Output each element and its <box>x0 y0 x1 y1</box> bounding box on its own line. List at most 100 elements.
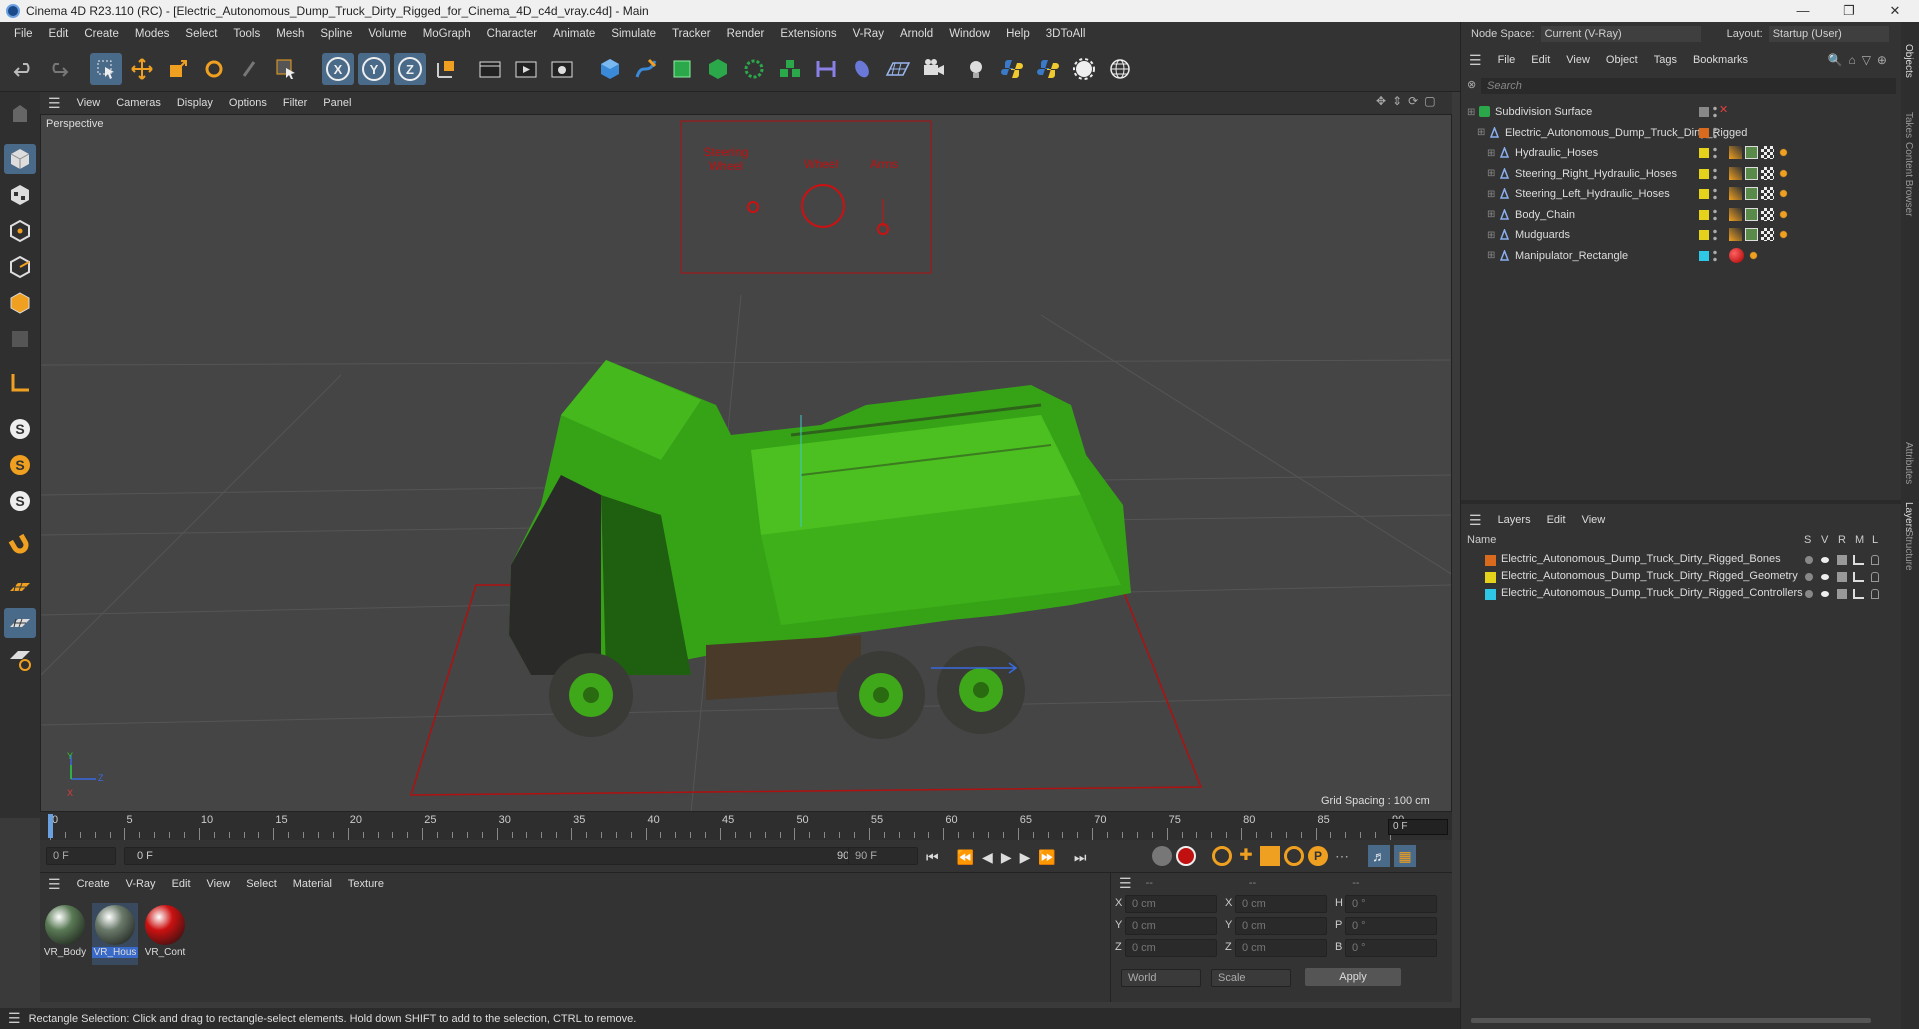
manager-icon[interactable] <box>1853 572 1864 582</box>
layer-color-swatch[interactable] <box>1699 148 1709 158</box>
visibility-dots-icon[interactable] <box>1713 228 1717 242</box>
manager-icon[interactable] <box>1853 589 1864 599</box>
coord-value-field[interactable]: 0 cm <box>1235 895 1327 913</box>
coord-hamburger-icon[interactable]: ☰ <box>1119 875 1132 892</box>
bend-deformer-icon[interactable] <box>810 53 842 85</box>
layer-color-swatch[interactable] <box>1699 127 1709 138</box>
pan-view-icon[interactable]: ✥ <box>1376 94 1386 112</box>
coord-value-field[interactable]: 0 ° <box>1345 895 1437 913</box>
subdivision-surface-icon[interactable] <box>666 53 698 85</box>
object-row[interactable]: ⊞ Subdivision Surface ✕ <box>1461 102 1901 122</box>
coord-value-field[interactable]: 0 cm <box>1235 939 1327 957</box>
coord-system-select[interactable]: World <box>1121 969 1201 987</box>
frame-range-slider[interactable]: 0 F 90 F <box>124 847 868 865</box>
material-hamburger-icon[interactable]: ☰ <box>48 876 61 893</box>
rect-selection-icon[interactable] <box>270 53 302 85</box>
viewport-menu-cameras[interactable]: Cameras <box>108 97 169 109</box>
side-tab-objects[interactable]: Objects <box>1903 44 1914 78</box>
snap-icon[interactable]: S <box>4 414 36 444</box>
expand-toggle-icon[interactable]: ⊞ <box>1487 148 1495 159</box>
menu-arnold[interactable]: Arnold <box>892 28 941 40</box>
solo-icon[interactable] <box>1805 573 1813 581</box>
layer-menu-layers[interactable]: Layers <box>1490 514 1539 526</box>
z-axis-lock-icon[interactable]: Z <box>394 53 426 85</box>
layer-menu-edit[interactable]: Edit <box>1539 514 1574 526</box>
object-row[interactable]: ⊞ Hydraulic_Hoses <box>1461 143 1901 163</box>
undo-button[interactable] <box>8 53 40 85</box>
tag-pose-icon[interactable] <box>1777 166 1790 180</box>
layer-color-swatch[interactable] <box>1485 589 1496 600</box>
grid-snap-icon[interactable] <box>4 608 36 638</box>
go-to-end-icon[interactable]: ⏭ <box>1074 849 1087 866</box>
lock-icon[interactable] <box>1871 555 1879 565</box>
snap-settings-icon[interactable]: S <box>4 450 36 480</box>
coord-value-field[interactable]: 0 ° <box>1345 939 1437 957</box>
rotate-icon[interactable] <box>198 53 230 85</box>
menu-window[interactable]: Window <box>941 28 998 40</box>
viewport-menu-filter[interactable]: Filter <box>275 97 315 109</box>
edges-mode-icon[interactable] <box>4 252 36 282</box>
material-menu-view[interactable]: View <box>199 878 239 890</box>
previous-frame-icon[interactable]: ◀ <box>982 849 993 866</box>
visibility-dots-icon[interactable] <box>1713 166 1717 181</box>
material-tag-icon[interactable] <box>1729 247 1744 263</box>
visible-eye-icon[interactable] <box>1819 572 1831 582</box>
apply-button[interactable]: Apply <box>1305 968 1401 986</box>
expand-toggle-icon[interactable]: ⊞ <box>1487 250 1495 261</box>
expand-toggle-icon[interactable]: ⊞ <box>1487 209 1495 220</box>
recent-tool-icon[interactable] <box>234 53 266 85</box>
field-icon[interactable] <box>846 53 878 85</box>
menu-file[interactable]: File <box>6 28 41 40</box>
playhead[interactable] <box>48 814 53 838</box>
menu-tools[interactable]: Tools <box>225 28 268 40</box>
layer-hamburger-icon[interactable]: ☰ <box>1469 512 1482 529</box>
scale-icon[interactable] <box>162 53 194 85</box>
make-editable-icon[interactable] <box>4 98 36 128</box>
tag-rig-icon[interactable] <box>1745 187 1758 200</box>
tag-checker-icon[interactable] <box>1761 187 1774 200</box>
object-hamburger-icon[interactable]: ☰ <box>1469 52 1482 69</box>
object-row[interactable]: ⊞ Steering_Left_Hydraulic_Hoses <box>1461 184 1901 204</box>
visibility-dots-icon[interactable] <box>1713 207 1717 222</box>
side-tab-layers[interactable]: Layers <box>1903 502 1914 532</box>
workplane-icon[interactable] <box>4 368 36 398</box>
key-parameter-icon[interactable]: P <box>1308 846 1328 866</box>
menu-render[interactable]: Render <box>719 28 773 40</box>
panel-divider[interactable] <box>1461 500 1901 504</box>
coordinate-system-icon[interactable] <box>430 53 462 85</box>
rotate-view-icon[interactable]: ⟳ <box>1408 94 1418 112</box>
visibility-dots-icon[interactable] <box>1713 146 1717 160</box>
light-icon[interactable] <box>960 53 992 85</box>
horizontal-scrollbar[interactable] <box>1471 1018 1871 1023</box>
object-row[interactable]: ⊞ Steering_Right_Hydraulic_Hoses <box>1461 164 1901 184</box>
python-script-icon[interactable] <box>1032 53 1064 85</box>
menu-create[interactable]: Create <box>76 28 127 40</box>
material-menu-create[interactable]: Create <box>69 878 118 890</box>
render-icon[interactable] <box>1837 589 1847 599</box>
side-tab-content-browser[interactable]: Content Browser <box>1903 142 1914 216</box>
render-settings-icon[interactable] <box>546 53 578 85</box>
menu-v-ray[interactable]: V-Ray <box>845 28 892 40</box>
visible-eye-icon[interactable] <box>1819 589 1831 599</box>
grid-plane-icon[interactable] <box>4 572 36 602</box>
visibility-dots-icon[interactable] <box>1713 105 1717 119</box>
timeline-icon[interactable]: ▦ <box>1394 845 1416 867</box>
layer-menu-view[interactable]: View <box>1574 514 1614 526</box>
tag-checker-icon[interactable] <box>1761 146 1774 159</box>
menu-help[interactable]: Help <box>998 28 1038 40</box>
material-swatch[interactable]: VR_Cont <box>142 903 188 965</box>
tag-pose-icon[interactable] <box>1777 207 1790 221</box>
tag-pose-icon[interactable] <box>1747 248 1760 262</box>
record-keys-icon[interactable] <box>1152 846 1172 866</box>
timeline-ruler[interactable]: 051015202530354045505560657075808590 <box>40 812 1452 840</box>
menu-mesh[interactable]: Mesh <box>268 28 312 40</box>
snap-quantize-icon[interactable]: S <box>4 486 36 516</box>
close-button[interactable]: ✕ <box>1872 0 1918 22</box>
menu-simulate[interactable]: Simulate <box>603 28 664 40</box>
expand-toggle-icon[interactable]: ⊞ <box>1487 230 1495 241</box>
object-row[interactable]: ⊞ Electric_Autonomous_Dump_Truck_Dirty_Ri… <box>1461 123 1901 143</box>
material-swatch[interactable]: VR_Body <box>42 903 88 965</box>
visible-eye-icon[interactable] <box>1819 555 1831 565</box>
layer-color-swatch[interactable] <box>1699 209 1709 220</box>
key-position-icon[interactable]: ✚ <box>1236 846 1256 866</box>
